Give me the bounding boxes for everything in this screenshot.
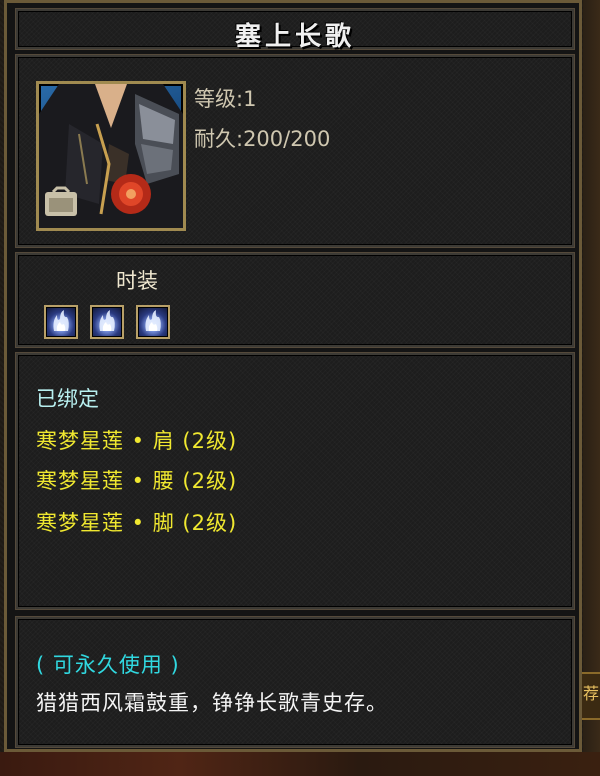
set-bonus-line: 寒梦星莲 • 肩 (2级) xyxy=(36,429,238,453)
background-tab-label: 荐 xyxy=(582,684,599,703)
bound-status: 已绑定 xyxy=(36,387,99,411)
set-bonus-line: 寒梦星莲 • 腰 (2级) xyxy=(36,469,238,493)
gem-art xyxy=(145,310,161,331)
background-game-ui xyxy=(583,0,600,776)
gem-art xyxy=(99,310,115,331)
title-panel: 塞上长歌 xyxy=(16,9,574,52)
blue-flame-gem-icon[interactable] xyxy=(90,305,124,339)
item-tooltip: 塞上长歌 等级:1 耐久:200/200 时装 已绑定 寒梦星莲 • 肩 (2级… xyxy=(4,0,582,752)
blue-flame-gem-icon[interactable] xyxy=(136,305,170,339)
blue-flame-gem-icon[interactable] xyxy=(44,305,78,339)
flavor-text: 猎猎西风霜鼓重，铮铮长歌青史存。 xyxy=(36,691,388,715)
item-durability: 耐久:200/200 xyxy=(194,127,331,151)
attributes-panel: 已绑定 寒梦星莲 • 肩 (2级) 寒梦星莲 • 腰 (2级) 寒梦星莲 • 脚… xyxy=(16,353,574,609)
description-panel: ( 可永久使用 ) 猎猎西风霜鼓重，铮铮长歌青史存。 xyxy=(16,617,574,747)
item-level: 等级:1 xyxy=(194,87,257,111)
game-screen-background: 荐 塞上长歌 等级:1 耐久:200/200 时装 已绑定 寒梦星莲 • 肩 (… xyxy=(0,0,600,776)
background-bottom-bar xyxy=(0,752,600,776)
fashion-costume-icon xyxy=(36,81,186,231)
item-name: 塞上长歌 xyxy=(234,22,355,52)
item-info-panel: 等级:1 耐久:200/200 xyxy=(16,55,574,247)
fashion-panel: 时装 xyxy=(16,253,574,347)
costume-art xyxy=(39,84,183,228)
set-bonus-line: 寒梦星莲 • 脚 (2级) xyxy=(36,511,238,535)
gem-art xyxy=(53,310,69,331)
usage-duration: ( 可永久使用 ) xyxy=(36,653,180,677)
fashion-label: 时装 xyxy=(116,269,158,293)
